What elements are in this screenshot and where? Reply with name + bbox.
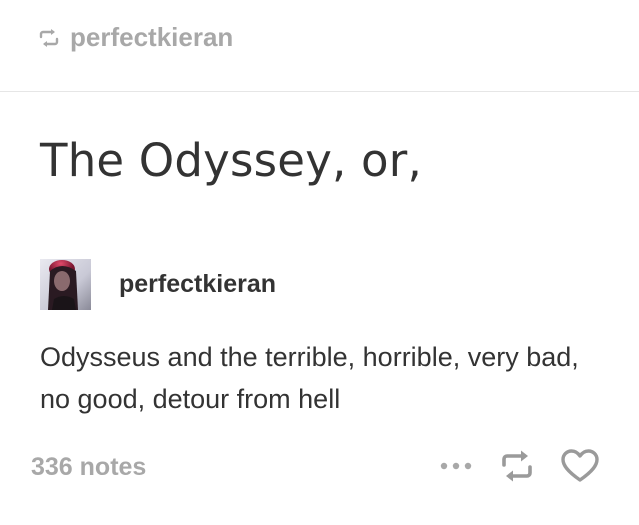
author-username[interactable]: perfectkieran: [119, 270, 276, 299]
user-avatar[interactable]: [40, 259, 91, 310]
author-row: perfectkieran: [40, 259, 276, 310]
post-footer: 336 notes: [0, 445, 639, 495]
more-dots-icon[interactable]: [439, 461, 473, 471]
reblog-icon: [38, 28, 60, 47]
reblog-icon[interactable]: [499, 450, 535, 482]
notes-count[interactable]: 336 notes: [31, 453, 146, 482]
post-title: The Odyssey, or,: [40, 134, 422, 187]
reblog-attribution[interactable]: perfectkieran: [38, 22, 233, 53]
post-actions: [439, 449, 599, 483]
heart-icon[interactable]: [561, 449, 599, 483]
post-body: Odysseus and the terrible, horrible, ver…: [40, 342, 579, 414]
reblogged-from-username[interactable]: perfectkieran: [70, 22, 233, 53]
post-header: perfectkieran: [0, 0, 639, 92]
